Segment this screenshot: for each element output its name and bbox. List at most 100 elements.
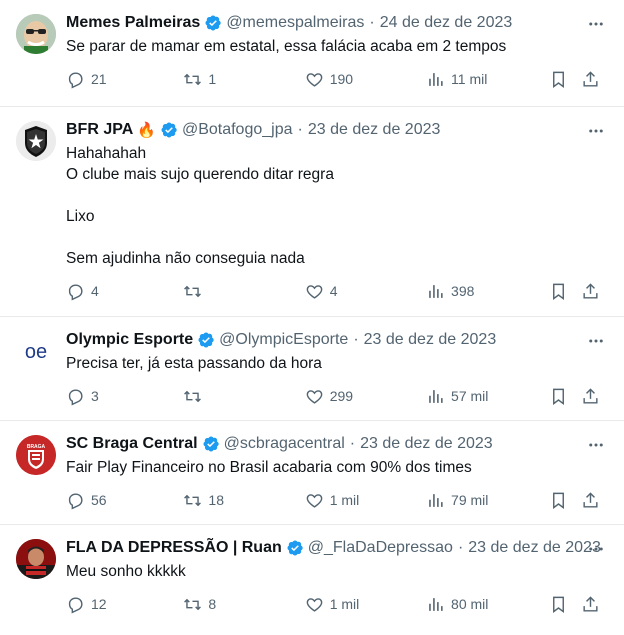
tweet-text-line: Fair Play Financeiro no Brasil acabaria … (66, 459, 472, 476)
share-button[interactable] (581, 282, 610, 301)
reply-count: 4 (91, 283, 99, 299)
heart-icon (306, 72, 323, 87)
more-options-icon[interactable] (586, 539, 606, 559)
more-options-icon[interactable] (586, 14, 606, 34)
like-button[interactable]: 4 (305, 282, 426, 301)
cartoon-face-avatar (16, 14, 56, 54)
display-name[interactable]: SC Braga Central (66, 435, 198, 453)
handle[interactable]: @Botafogo_jpa (182, 121, 293, 139)
bookmark-button[interactable] (549, 70, 578, 89)
bookmark-button[interactable] (549, 595, 578, 614)
share-button[interactable] (581, 387, 610, 406)
share-button[interactable] (581, 595, 610, 614)
timestamp[interactable]: 24 de dez de 2023 (380, 14, 513, 32)
more-options-icon[interactable] (586, 121, 606, 141)
retweet-button[interactable]: 1 (183, 70, 304, 89)
action-bar: 12 8 1 mil 80 mil (66, 584, 610, 624)
more-options-icon[interactable] (586, 331, 606, 351)
tweet[interactable]: BRAGA SC Braga Central @scbragacentral ·… (0, 421, 624, 525)
views-chart-icon (429, 493, 443, 507)
tweet-header: Olympic Esporte @OlympicEsporte · 23 de … (66, 327, 610, 353)
bookmark-button[interactable] (549, 387, 578, 406)
more-options-icon[interactable] (586, 435, 606, 455)
timestamp[interactable]: 23 de dez de 2023 (468, 539, 601, 557)
like-button[interactable]: 299 (305, 387, 426, 406)
tweet-text: Se parar de mamar em estatal, essa falác… (66, 36, 610, 57)
reply-button[interactable]: 21 (66, 70, 183, 89)
tweet-text-line: Lixo (66, 208, 95, 225)
view-count: 398 (451, 283, 475, 299)
share-button[interactable] (581, 491, 610, 510)
retweet-button[interactable]: 18 (183, 491, 304, 510)
retweet-button[interactable] (183, 282, 304, 301)
avatar[interactable] (16, 14, 56, 54)
avatar[interactable]: oe (16, 331, 56, 371)
retweet-button[interactable] (183, 387, 304, 406)
timestamp[interactable]: 23 de dez de 2023 (360, 435, 493, 453)
timestamp[interactable]: 23 de dez de 2023 (364, 331, 497, 349)
views-chart-icon (429, 72, 443, 86)
reply-button[interactable]: 12 (66, 595, 183, 614)
avatar[interactable] (16, 121, 56, 161)
like-button[interactable]: 1 mil (305, 491, 426, 510)
views-button[interactable]: 79 mil (426, 491, 549, 510)
verified-badge-icon (205, 15, 221, 31)
view-count: 80 mil (451, 596, 489, 612)
tweet[interactable]: Memes Palmeiras @memespalmeiras · 24 de … (0, 0, 624, 107)
share-icon (583, 282, 598, 299)
display-name[interactable]: FLA DA DEPRESSÃO | Ruan (66, 539, 282, 557)
share-button[interactable] (581, 70, 610, 89)
tweet[interactable]: BFR JPA 🔥 @Botafogo_jpa · 23 de dez de 2… (0, 107, 624, 317)
fire-emoji: 🔥 (137, 122, 156, 139)
views-button[interactable]: 57 mil (426, 387, 549, 406)
tweet-text-line (66, 185, 610, 206)
avatar-logo-text: oe (25, 341, 47, 363)
views-button[interactable]: 80 mil (426, 595, 549, 614)
action-bar: 3 299 57 mil (66, 376, 610, 416)
reply-count: 3 (91, 388, 99, 404)
like-count: 1 mil (329, 492, 360, 508)
reply-icon (68, 71, 83, 89)
timestamp[interactable]: 23 de dez de 2023 (308, 121, 441, 139)
reply-icon (68, 283, 83, 301)
verified-badge-icon (198, 332, 214, 348)
views-chart-icon (429, 597, 443, 611)
retweet-count: 1 (208, 71, 217, 87)
handle[interactable]: @memespalmeiras (226, 14, 364, 32)
display-name[interactable]: Olympic Esporte (66, 331, 193, 349)
display-name[interactable]: Memes Palmeiras (66, 14, 200, 32)
retweet-button[interactable]: 8 (183, 595, 304, 614)
view-count: 57 mil (451, 388, 489, 404)
tweet[interactable]: oe Olympic Esporte @OlympicEsporte · 23 … (0, 317, 624, 421)
tweet[interactable]: FLA DA DEPRESSÃO | Ruan @_FlaDaDepressao… (0, 525, 624, 633)
tweet-header: SC Braga Central @scbragacentral · 23 de… (66, 431, 610, 457)
views-button[interactable]: 398 (426, 282, 549, 301)
like-count: 4 (329, 283, 338, 299)
bookmark-icon (553, 71, 565, 88)
tweet-text-line: Hahahahah (66, 145, 147, 162)
share-icon (583, 491, 598, 508)
bookmark-button[interactable] (549, 491, 578, 510)
like-button[interactable]: 1 mil (305, 595, 426, 614)
avatar[interactable] (16, 539, 56, 579)
views-chart-icon (429, 389, 443, 403)
separator: · (369, 14, 375, 31)
reply-button[interactable]: 4 (66, 282, 183, 301)
handle[interactable]: @_FlaDaDepressao (308, 539, 453, 557)
share-icon (583, 595, 598, 612)
retweet-icon (184, 73, 202, 85)
display-name[interactable]: BFR JPA (66, 121, 133, 139)
action-bar: 4 4 398 (66, 271, 610, 311)
handle[interactable]: @OlympicEsporte (219, 331, 348, 349)
reply-button[interactable]: 3 (66, 387, 183, 406)
view-count: 11 mil (451, 71, 488, 87)
reply-button[interactable]: 56 (66, 491, 183, 510)
reply-count: 21 (91, 71, 107, 87)
separator: · (297, 121, 303, 138)
like-button[interactable]: 190 (305, 70, 426, 89)
views-button[interactable]: 11 mil (426, 70, 549, 89)
handle[interactable]: @scbragacentral (224, 435, 345, 453)
bookmark-button[interactable] (549, 282, 578, 301)
bookmark-icon (553, 283, 565, 300)
avatar[interactable]: BRAGA (16, 435, 56, 475)
